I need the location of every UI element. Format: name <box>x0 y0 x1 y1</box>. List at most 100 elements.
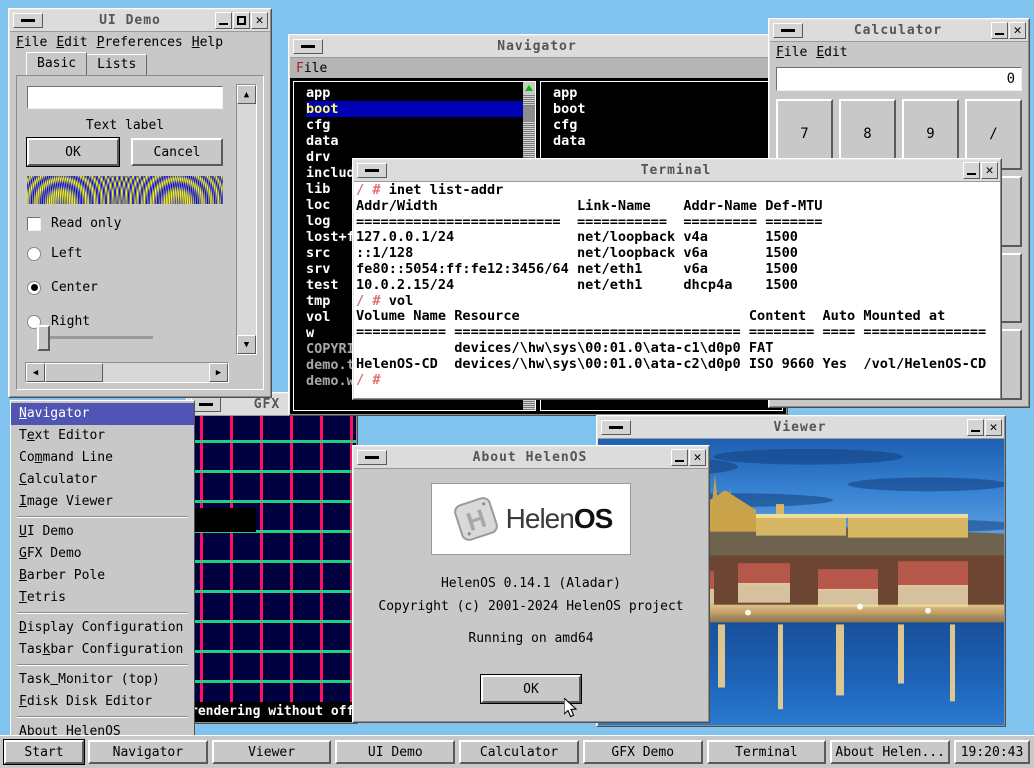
navigator-item[interactable]: cfg <box>306 117 535 133</box>
navigator-item[interactable]: boot <box>306 101 535 117</box>
scroll-left-icon[interactable]: ◀ <box>26 363 45 382</box>
navigator-item[interactable]: app <box>306 85 535 101</box>
navigator-item[interactable]: boot <box>553 101 782 117</box>
radio-indicator[interactable] <box>27 281 41 295</box>
navigator-item[interactable]: data <box>306 133 535 149</box>
uidemo-titlebar[interactable]: UI Demo ✕ <box>10 10 270 32</box>
start-menu[interactable]: NavigatorText EditorCommand LineCalculat… <box>10 400 195 746</box>
uidemo-vertical-scrollbar[interactable]: ▲ ▼ <box>236 84 257 355</box>
navigator-menu-file[interactable]: File <box>296 61 327 76</box>
uidemo-tab-lists[interactable]: Lists <box>86 54 147 75</box>
about-minimize-button[interactable] <box>671 449 688 466</box>
navigator-item[interactable]: cfg <box>553 117 782 133</box>
viewer-titlebar[interactable]: Viewer ✕ <box>598 417 1004 439</box>
start-menu-item-navigator[interactable]: Navigator <box>11 403 194 425</box>
uidemo-readonly-checkbox[interactable] <box>27 217 41 231</box>
start-menu-item-calculator[interactable]: Calculator <box>11 469 194 491</box>
minimize-left-icon[interactable] <box>13 13 43 28</box>
terminal-minimize-button[interactable] <box>963 162 980 179</box>
start-menu-item-tetris[interactable]: Tetris <box>11 587 194 609</box>
viewer-minimize-button[interactable] <box>967 419 984 436</box>
navigator-item[interactable]: app <box>553 85 782 101</box>
scroll-up-icon[interactable]: ▲ <box>237 85 256 104</box>
calculator-menu-file[interactable]: File <box>776 45 807 60</box>
about-close-button[interactable]: ✕ <box>689 449 706 466</box>
scrollbar-thumb[interactable] <box>523 106 535 122</box>
uidemo-text-entry[interactable] <box>27 86 223 109</box>
navigator-item[interactable]: data <box>553 133 782 149</box>
taskbar-item-terminal[interactable]: Terminal <box>707 740 827 764</box>
uidemo-slider-track[interactable] <box>41 336 153 339</box>
hscrollbar-thumb[interactable] <box>45 363 103 382</box>
calculator-close-button[interactable]: ✕ <box>1009 22 1026 39</box>
taskbar-item-navigator[interactable]: Navigator <box>88 740 208 764</box>
start-menu-item-gfx-demo[interactable]: GFX Demo <box>11 543 194 565</box>
uidemo-menu-file[interactable]: File <box>16 35 47 50</box>
terminal-close-button[interactable]: ✕ <box>981 162 998 179</box>
navigator-titlebar[interactable]: Navigator ✕ <box>290 36 786 58</box>
calculator-menubar[interactable]: File Edit <box>770 42 1028 63</box>
mnemonic: e <box>27 428 35 443</box>
minimize-left-icon[interactable] <box>773 23 803 38</box>
start-menu-item-task-monitor-top[interactable]: Task Monitor (top) <box>11 669 194 691</box>
start-menu-item-text-editor[interactable]: Text Editor <box>11 425 194 447</box>
about-ok-button[interactable]: OK <box>481 675 581 703</box>
window-ui-demo[interactable]: UI Demo ✕ File Edit Preferences Help Bas… <box>8 8 272 398</box>
minimize-left-icon[interactable] <box>357 450 387 465</box>
minimize-left-icon[interactable] <box>601 420 631 435</box>
minimize-left-icon[interactable] <box>357 163 387 178</box>
start-menu-item-taskbar-configuration[interactable]: Taskbar Configuration <box>11 639 194 661</box>
uidemo-menubar[interactable]: File Edit Preferences Help <box>10 32 270 53</box>
uidemo-menu-preferences[interactable]: Preferences <box>97 35 183 50</box>
uidemo-readonly-row[interactable]: Read only <box>27 216 121 231</box>
uidemo-minimize-button[interactable] <box>215 12 232 29</box>
taskbar-item-about-helen[interactable]: About Helen... <box>830 740 950 764</box>
uidemo-radio-center[interactable]: Center <box>27 280 98 295</box>
minimize-left-icon[interactable] <box>293 39 323 54</box>
taskbar-app-list[interactable]: NavigatorViewerUI DemoCalculatorGFX Demo… <box>88 740 950 764</box>
uidemo-close-button[interactable]: ✕ <box>251 12 268 29</box>
start-menu-item-fdisk-disk-editor[interactable]: Fdisk Disk Editor <box>11 691 194 713</box>
viewer-close-button[interactable]: ✕ <box>985 419 1002 436</box>
calculator-minimize-button[interactable] <box>991 22 1008 39</box>
radio-indicator[interactable] <box>27 247 41 261</box>
terminal-output[interactable]: / # inet list-addr Addr/Width Link-Name … <box>354 182 1000 398</box>
uidemo-horizontal-scrollbar[interactable]: ◀ ▶ <box>25 362 229 383</box>
uidemo-tabstrip[interactable]: BasicLists <box>10 53 270 75</box>
start-menu-item-display-configuration[interactable]: Display Configuration <box>11 617 194 639</box>
calculator-titlebar[interactable]: Calculator ✕ <box>770 20 1028 42</box>
uidemo-menu-help[interactable]: Help <box>192 35 223 50</box>
uidemo-tab-basic[interactable]: Basic <box>26 52 87 75</box>
about-titlebar[interactable]: About HelenOS ✕ <box>354 447 708 469</box>
start-button[interactable]: Start <box>4 740 84 764</box>
taskbar-item-gfx-demo[interactable]: GFX Demo <box>583 740 703 764</box>
taskbar-item-viewer[interactable]: Viewer <box>212 740 332 764</box>
start-menu-item-barber-pole[interactable]: Barber Pole <box>11 565 194 587</box>
navigator-right-list[interactable]: appbootcfgdata <box>541 82 782 149</box>
uidemo-ok-button[interactable]: OK <box>27 138 119 166</box>
uidemo-maximize-button[interactable] <box>233 12 250 29</box>
window-about-helenos[interactable]: About HelenOS ✕ H HelenOS HelenOS 0.14.1 <box>352 445 710 723</box>
gfx-vertical-line <box>230 416 233 702</box>
mnemonic: N <box>19 406 27 421</box>
scroll-down-icon[interactable]: ▼ <box>237 335 256 354</box>
start-menu-item-command-line[interactable]: Command Line <box>11 447 194 469</box>
calculator-menu-edit[interactable]: Edit <box>816 45 847 60</box>
taskbar-item-calculator[interactable]: Calculator <box>459 740 579 764</box>
taskbar-item-ui-demo[interactable]: UI Demo <box>335 740 455 764</box>
uidemo-slider-knob[interactable] <box>37 325 50 351</box>
scroll-right-icon[interactable]: ▶ <box>209 363 228 382</box>
uidemo-radio-left[interactable]: Left <box>27 246 82 261</box>
uidemo-menu-edit[interactable]: Edit <box>56 35 87 50</box>
start-menu-item-ui-demo[interactable]: UI Demo <box>11 521 194 543</box>
uidemo-cancel-button[interactable]: Cancel <box>131 138 223 166</box>
taskbar[interactable]: Start NavigatorViewerUI DemoCalculatorGF… <box>0 735 1034 768</box>
terminal-titlebar[interactable]: Terminal ✕ <box>354 160 1000 182</box>
start-menu-item-image-viewer[interactable]: Image Viewer <box>11 491 194 513</box>
navigator-menubar[interactable]: File <box>290 58 786 78</box>
scroll-up-icon[interactable] <box>523 82 535 94</box>
minimize-left-icon[interactable] <box>191 397 221 412</box>
window-gfx-demo[interactable]: GFX Demo rendering without offs <box>186 392 358 724</box>
window-terminal[interactable]: Terminal ✕ / # inet list-addr Addr/Width… <box>352 158 1002 400</box>
gfxdemo-canvas <box>188 416 356 702</box>
